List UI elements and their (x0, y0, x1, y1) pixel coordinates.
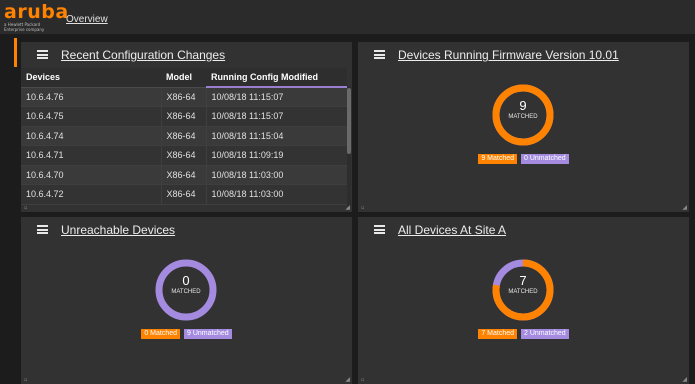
unreachable-devices-panel: Unreachable Devices 0 MATCHED 0 Matched … (21, 217, 352, 384)
donut-count-label: MATCHED (508, 289, 538, 295)
panel-drag-handle-icon[interactable]: ▫ (361, 377, 364, 383)
recent-config-changes-panel: Recent Configuration Changes Devices Mod… (21, 42, 352, 212)
panel-header: Unreachable Devices (21, 217, 352, 243)
donut-count: 0 (182, 273, 190, 288)
table-row[interactable]: 10.6.4.75 X86-64 10/08/18 11:15:07 (21, 106, 347, 127)
cell-device: 10.6.4.74 (21, 126, 161, 146)
cell-modified: 10/08/18 11:09:19 (205, 145, 347, 166)
donut-count-label: MATCHED (508, 114, 538, 120)
cell-model: X86-64 (160, 126, 206, 146)
unmatched-badge[interactable]: 0 Unmatched (521, 154, 569, 164)
matched-badge[interactable]: 7 Matched (478, 329, 518, 339)
panel-header: All Devices At Site A (358, 217, 689, 243)
cell-modified: 10/08/18 11:15:04 (205, 126, 347, 146)
panel-title[interactable]: All Devices At Site A (398, 223, 506, 237)
menu-icon[interactable] (374, 225, 385, 234)
panel-drag-handle-icon[interactable]: ▫ (24, 205, 27, 211)
panel-drag-handle-icon[interactable]: ▫ (24, 377, 27, 383)
panel-title[interactable]: Recent Configuration Changes (61, 48, 225, 62)
active-accent-bar (14, 38, 17, 67)
menu-icon[interactable] (37, 225, 48, 234)
cell-model: X86-64 (160, 184, 206, 205)
table-row[interactable]: 10.6.4.71 X86-64 10/08/18 11:09:19 (21, 145, 347, 166)
top-bar: aruba a Hewlett Packard Enterprise compa… (0, 0, 695, 34)
panel-resize-icon[interactable]: ◢ (345, 376, 350, 383)
cell-device: 10.6.4.70 (21, 165, 161, 185)
matched-badge[interactable]: 9 Matched (478, 154, 518, 164)
cell-modified: 10/08/18 11:03:00 (205, 184, 347, 205)
cell-device: 10.6.4.76 (21, 87, 161, 107)
donut-count: 7 (519, 273, 527, 288)
config-changes-table: Devices Model Running Config Modified 10… (21, 68, 347, 206)
cell-device: 10.6.4.75 (21, 106, 161, 127)
cell-modified: 10/08/18 11:15:07 (205, 87, 347, 107)
firmware-donut-chart[interactable]: 9 MATCHED (488, 80, 558, 150)
cell-model: X86-64 (160, 165, 206, 185)
donut-legend: 0 Matched 9 Unmatched (21, 329, 352, 339)
unmatched-badge[interactable]: 2 Unmatched (521, 329, 569, 339)
site-a-devices-panel: All Devices At Site A 7 MATCHED 7 Matche… (358, 217, 689, 384)
cell-device: 10.6.4.72 (21, 184, 161, 205)
donut-legend: 9 Matched 0 Unmatched (358, 154, 689, 164)
panel-resize-icon[interactable]: ◢ (682, 376, 687, 383)
table-row[interactable]: 10.6.4.72 X86-64 10/08/18 11:03:00 (21, 184, 347, 205)
panel-drag-handle-icon[interactable]: ▫ (361, 205, 364, 211)
panel-title[interactable]: Unreachable Devices (61, 223, 175, 237)
panel-header: Devices Running Firmware Version 10.01 (358, 42, 689, 68)
column-header-model[interactable]: Model (161, 68, 206, 88)
cell-model: X86-64 (160, 106, 206, 127)
firmware-version-panel: Devices Running Firmware Version 10.01 9… (358, 42, 689, 212)
panel-title[interactable]: Devices Running Firmware Version 10.01 (398, 48, 619, 62)
column-header-devices[interactable]: Devices (21, 68, 161, 88)
table-row[interactable]: 10.6.4.70 X86-64 10/08/18 11:03:00 (21, 165, 347, 185)
breadcrumb-overview[interactable]: Overview (66, 14, 108, 25)
matched-badge[interactable]: 0 Matched (141, 329, 181, 339)
panel-resize-icon[interactable]: ◢ (345, 204, 350, 211)
aruba-logo[interactable]: aruba a Hewlett Packard Enterprise compa… (4, 1, 69, 33)
panel-header: Recent Configuration Changes (21, 42, 352, 68)
logo-wordmark: aruba (4, 1, 69, 23)
unreachable-donut-chart[interactable]: 0 MATCHED (151, 255, 221, 325)
cell-model: X86-64 (160, 145, 206, 166)
column-header-running-config-modified[interactable]: Running Config Modified (206, 68, 347, 88)
menu-icon[interactable] (374, 50, 385, 59)
table-scrollbar-thumb[interactable] (347, 88, 351, 154)
donut-count: 9 (519, 98, 527, 113)
cell-device: 10.6.4.71 (21, 145, 161, 166)
cell-model: X86-64 (160, 87, 206, 107)
cell-modified: 10/08/18 11:15:07 (205, 106, 347, 127)
table-row[interactable]: 10.6.4.76 X86-64 10/08/18 11:15:07 (21, 87, 347, 107)
donut-legend: 7 Matched 2 Unmatched (358, 329, 689, 339)
table-row[interactable]: 10.6.4.74 X86-64 10/08/18 11:15:04 (21, 126, 347, 146)
menu-icon[interactable] (37, 50, 48, 59)
unmatched-badge[interactable]: 9 Unmatched (184, 329, 232, 339)
logo-tagline: a Hewlett Packard Enterprise company (4, 22, 45, 32)
site-a-donut-chart[interactable]: 7 MATCHED (488, 255, 558, 325)
panel-resize-icon[interactable]: ◢ (682, 204, 687, 211)
donut-count-label: MATCHED (171, 289, 201, 295)
cell-modified: 10/08/18 11:03:00 (205, 165, 347, 185)
table-header-row: Devices Model Running Config Modified (21, 68, 347, 88)
